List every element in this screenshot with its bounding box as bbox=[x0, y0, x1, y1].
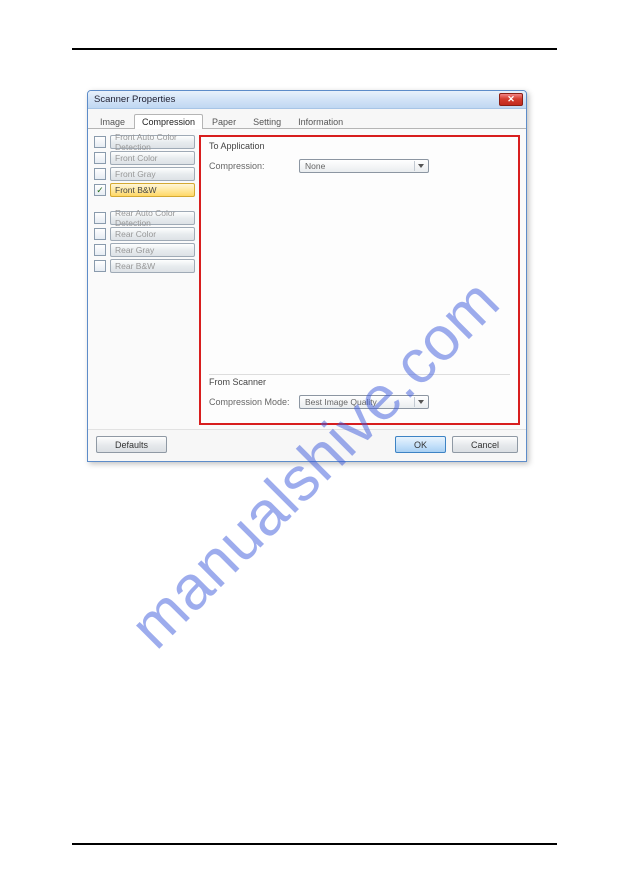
tab-information[interactable]: Information bbox=[290, 114, 351, 129]
close-icon[interactable]: ✕ bbox=[499, 93, 523, 106]
compression-mode-select[interactable]: Best Image Quality bbox=[299, 395, 429, 409]
tab-paper[interactable]: Paper bbox=[204, 114, 244, 129]
checkbox-icon[interactable]: ✓ bbox=[94, 184, 106, 196]
option-rear-color[interactable]: Rear Color bbox=[94, 227, 195, 241]
checkbox-icon[interactable] bbox=[94, 260, 106, 272]
checkbox-icon[interactable] bbox=[94, 228, 106, 240]
checkbox-icon[interactable] bbox=[94, 244, 106, 256]
checkbox-icon[interactable] bbox=[94, 168, 106, 180]
compression-mode-value: Best Image Quality bbox=[305, 397, 377, 407]
ok-button[interactable]: OK bbox=[395, 436, 446, 453]
options-column: Front Auto Color Detection Front Color F… bbox=[94, 135, 199, 425]
cancel-button[interactable]: Cancel bbox=[452, 436, 518, 453]
option-label: Front Color bbox=[110, 151, 195, 165]
compression-select[interactable]: None bbox=[299, 159, 429, 173]
dialog-body: Front Auto Color Detection Front Color F… bbox=[88, 129, 526, 429]
option-label: Rear B&W bbox=[110, 259, 195, 273]
tab-image[interactable]: Image bbox=[92, 114, 133, 129]
option-front-color[interactable]: Front Color bbox=[94, 151, 195, 165]
tab-compression[interactable]: Compression bbox=[134, 114, 203, 129]
chevron-down-icon bbox=[414, 161, 426, 171]
compression-label: Compression: bbox=[209, 161, 299, 171]
compression-mode-label: Compression Mode: bbox=[209, 397, 299, 407]
option-front-bw[interactable]: ✓ Front B&W bbox=[94, 183, 195, 197]
tab-setting[interactable]: Setting bbox=[245, 114, 289, 129]
option-label: Rear Auto Color Detection bbox=[110, 211, 195, 225]
option-label: Front Auto Color Detection bbox=[110, 135, 195, 149]
section-from-scanner: From Scanner bbox=[209, 377, 510, 387]
checkbox-icon[interactable] bbox=[94, 136, 106, 148]
scanner-properties-dialog: Scanner Properties ✕ Image Compression P… bbox=[87, 90, 527, 462]
defaults-button[interactable]: Defaults bbox=[96, 436, 167, 453]
option-rear-bw[interactable]: Rear B&W bbox=[94, 259, 195, 273]
option-front-gray[interactable]: Front Gray bbox=[94, 167, 195, 181]
option-rear-auto-color[interactable]: Rear Auto Color Detection bbox=[94, 211, 195, 225]
dialog-footer: Defaults OK Cancel bbox=[88, 429, 526, 461]
compression-value: None bbox=[305, 161, 325, 171]
titlebar: Scanner Properties ✕ bbox=[88, 91, 526, 109]
checkbox-icon[interactable] bbox=[94, 212, 106, 224]
option-rear-gray[interactable]: Rear Gray bbox=[94, 243, 195, 257]
compression-panel: To Application Compression: None From Sc… bbox=[199, 135, 520, 425]
tabstrip: Image Compression Paper Setting Informat… bbox=[88, 109, 526, 129]
option-front-auto-color[interactable]: Front Auto Color Detection bbox=[94, 135, 195, 149]
checkbox-icon[interactable] bbox=[94, 152, 106, 164]
divider bbox=[209, 374, 510, 375]
option-label: Front B&W bbox=[110, 183, 195, 197]
option-label: Front Gray bbox=[110, 167, 195, 181]
option-label: Rear Gray bbox=[110, 243, 195, 257]
chevron-down-icon bbox=[414, 397, 426, 407]
section-to-application: To Application bbox=[209, 141, 510, 151]
dialog-title: Scanner Properties bbox=[94, 94, 175, 105]
option-label: Rear Color bbox=[110, 227, 195, 241]
